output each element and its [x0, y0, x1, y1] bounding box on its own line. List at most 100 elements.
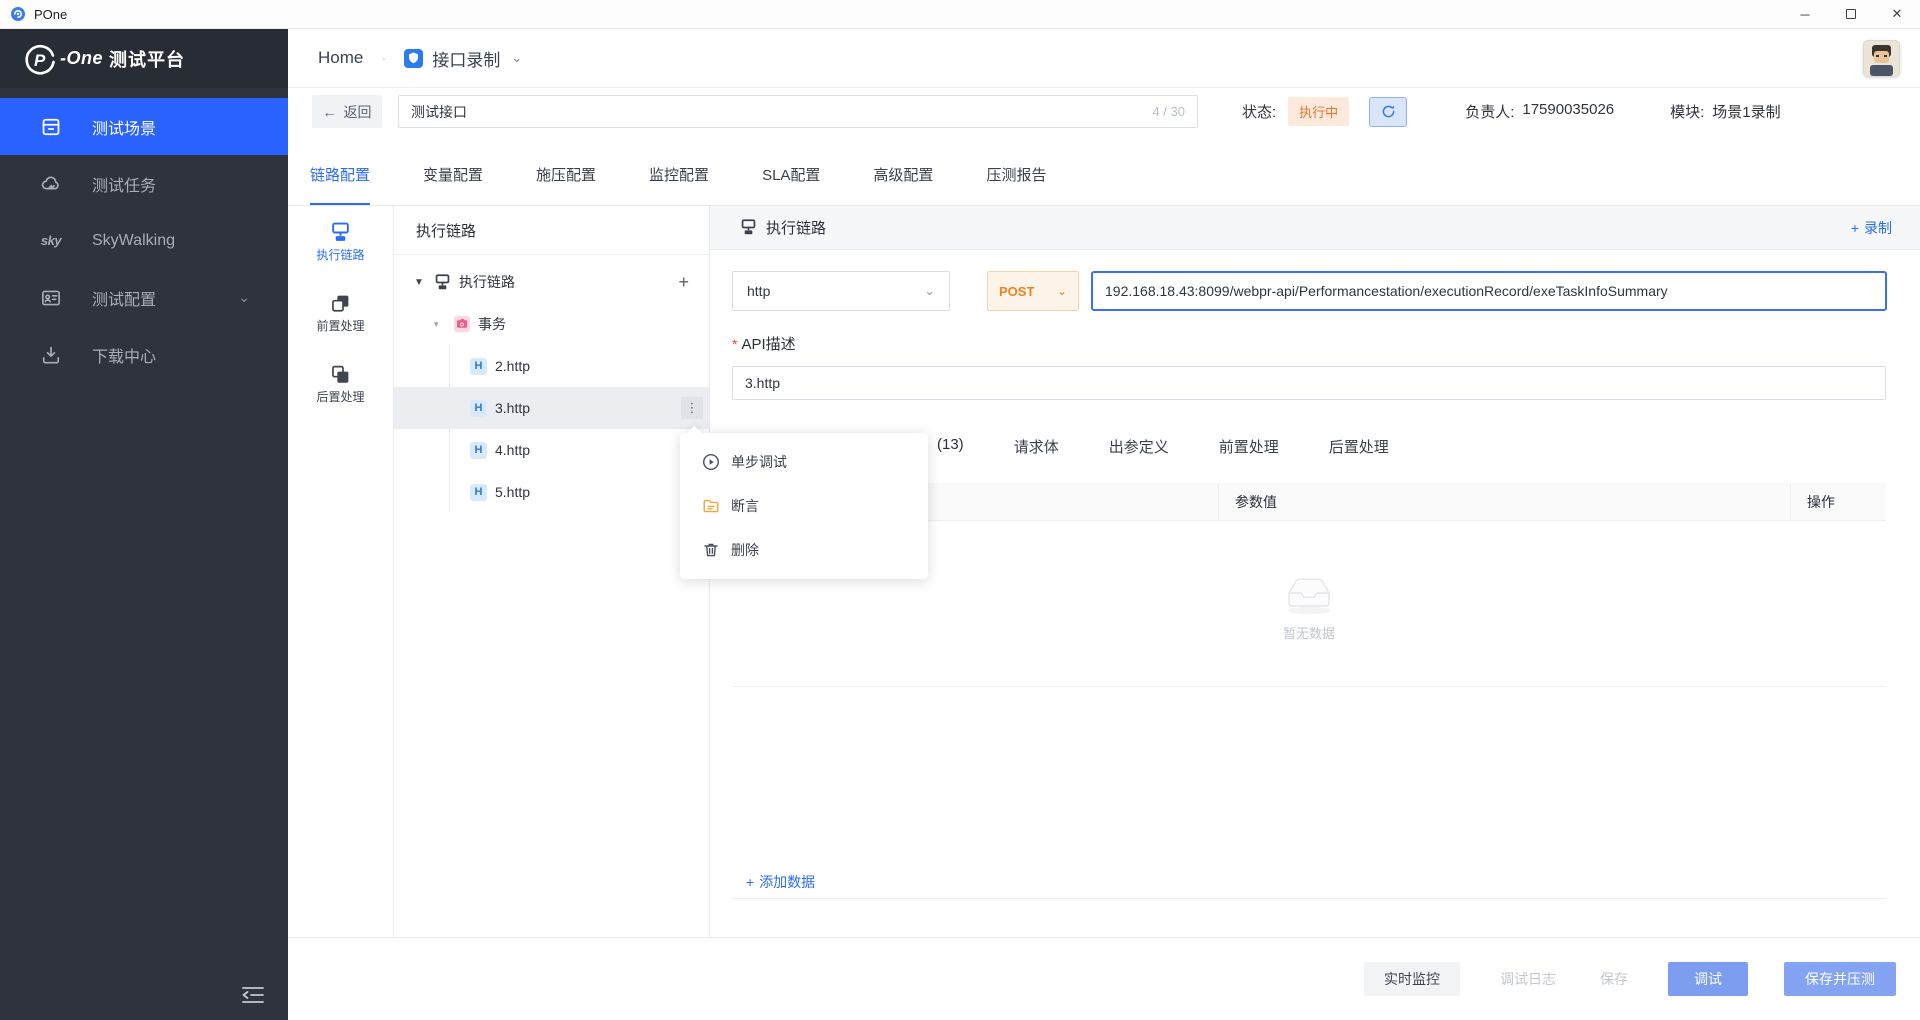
node-more-actions-button[interactable]: ⋮	[681, 397, 703, 419]
api-description-inputbox	[732, 366, 1886, 400]
tab-variable-config[interactable]: 变量配置	[423, 164, 483, 205]
sidebar-item-download-center[interactable]: 下载中心	[0, 326, 288, 383]
play-circle-icon	[702, 453, 720, 471]
protocol-value: http	[747, 283, 770, 299]
plus-icon: +	[746, 874, 754, 890]
protocol-select[interactable]: http ⌄	[732, 271, 950, 311]
status-label: 状态:	[1242, 101, 1276, 122]
menu-item-single-step-debug[interactable]: 单步调试	[680, 440, 928, 484]
mini-item-post-processing[interactable]: 后置处理	[316, 364, 364, 405]
sidebar-item-skywalking[interactable]: sky SkyWalking	[0, 212, 288, 269]
tree: ▼ 执行链路 + ▾ 事务 H	[394, 255, 709, 513]
tab-request-params[interactable]: (13)	[937, 436, 964, 457]
transaction-icon	[453, 315, 471, 333]
collapse-sidebar-icon[interactable]	[240, 984, 266, 1006]
cloud-sync-icon	[40, 173, 62, 195]
column-header-action: 操作	[1790, 483, 1886, 520]
tree-node-label: 执行链路	[459, 272, 515, 292]
back-button[interactable]: ← 返回	[312, 95, 382, 128]
module-field: 模块: 场景1录制	[1670, 101, 1781, 122]
tab-post-processing[interactable]: 后置处理	[1329, 436, 1389, 457]
tab-monitor-config[interactable]: 监控配置	[649, 164, 709, 205]
mini-item-pre-processing[interactable]: 前置处理	[316, 293, 364, 334]
avatar[interactable]	[1863, 40, 1900, 77]
maximize-icon	[1846, 9, 1856, 19]
caret-down-icon[interactable]: ▾	[434, 319, 446, 330]
sidebar-item-label: 测试场景	[92, 115, 156, 139]
tree-node-http-5[interactable]: H 5.http	[394, 471, 709, 513]
tab-sla-config[interactable]: SLA配置	[762, 164, 820, 205]
sidebar-item-test-config[interactable]: 测试配置 ⌄	[0, 269, 288, 326]
mini-item-execution-link[interactable]: 执行链路	[316, 222, 364, 263]
tab-pressure-config[interactable]: 施压配置	[536, 164, 596, 205]
sidebar-logo: P -One 测试平台	[0, 29, 288, 88]
tree-node-http-3-selected[interactable]: H 3.http ⋮	[394, 387, 709, 429]
tab-link-config[interactable]: 链路配置	[310, 164, 370, 205]
breadcrumb-current-page[interactable]: 接口录制 ⌄	[404, 46, 522, 71]
http-badge-icon: H	[470, 442, 487, 459]
scene-box-icon	[40, 116, 62, 138]
module-label: 模块:	[1670, 101, 1704, 122]
caret-down-icon[interactable]: ▼	[414, 277, 426, 288]
window-titlebar: POne ─ ✕	[0, 0, 1920, 29]
save-and-test-button[interactable]: 保存并压测	[1784, 962, 1896, 996]
tab-test-report[interactable]: 压测报告	[986, 164, 1046, 205]
menu-item-assertion[interactable]: 断言	[680, 484, 928, 528]
debug-button[interactable]: 调试	[1668, 962, 1748, 996]
menu-item-delete[interactable]: 删除	[680, 528, 928, 572]
method-select[interactable]: POST ⌄	[987, 271, 1079, 311]
add-node-button[interactable]: +	[678, 273, 689, 291]
api-description-input[interactable]	[745, 375, 1873, 391]
chevron-down-icon: ⌄	[1057, 284, 1067, 298]
tab-pre-processing[interactable]: 前置处理	[1219, 436, 1279, 457]
trash-icon	[702, 541, 720, 559]
scene-toolbar: ← 返回 4 / 30 状态: 执行中 负责人: 17590035026 模块:…	[288, 88, 1920, 135]
http-badge-icon: H	[470, 358, 487, 375]
app-title: POne	[34, 7, 67, 22]
owner-field: 负责人: 17590035026	[1465, 101, 1614, 122]
app-logo-icon	[10, 6, 26, 22]
tree-node-http-2[interactable]: H 2.http	[394, 345, 709, 387]
chevron-down-icon[interactable]: ⌄	[238, 289, 250, 306]
tree-node-http-4[interactable]: H 4.http	[394, 429, 709, 471]
record-button[interactable]: + 录制	[1851, 218, 1892, 238]
sidebar-item-test-task[interactable]: 测试任务	[0, 155, 288, 212]
add-data-button[interactable]: + 添加数据	[732, 865, 1886, 899]
tree-node-label: 2.http	[495, 358, 530, 374]
execution-link-icon	[434, 274, 451, 291]
sidebar-item-test-scene[interactable]: 测试场景	[0, 98, 288, 155]
request-line: http ⌄ POST ⌄	[732, 271, 1920, 311]
tab-output-params[interactable]: 出参定义	[1109, 436, 1169, 457]
tree-node-label: 4.http	[495, 442, 530, 458]
close-button[interactable]: ✕	[1874, 0, 1920, 28]
tab-request-body[interactable]: 请求体	[1014, 436, 1059, 457]
method-value: POST	[999, 284, 1034, 299]
maximize-button[interactable]	[1828, 0, 1874, 28]
svg-text:P: P	[34, 51, 46, 70]
breadcrumb-page-label: 接口录制	[432, 46, 500, 71]
realtime-monitor-button[interactable]: 实时监控	[1364, 962, 1460, 996]
tree-node-transaction[interactable]: ▾ 事务	[394, 303, 709, 345]
http-badge-icon: H	[470, 484, 487, 501]
tab-advanced-config[interactable]: 高级配置	[873, 164, 933, 205]
execution-link-tree-panel: 执行链路 ▼ 执行链路 + ▾	[394, 206, 710, 937]
debug-log-button[interactable]: 调试日志	[1496, 962, 1560, 996]
tree-node-label: 5.http	[495, 484, 530, 500]
minimize-button[interactable]: ─	[1782, 0, 1828, 28]
sidebar-item-label: 下载中心	[92, 343, 156, 367]
top-navigation-bar: Home · 接口录制 ⌄	[288, 29, 1920, 88]
breadcrumb-separator: ·	[381, 50, 386, 67]
plus-icon: +	[1851, 220, 1859, 236]
breadcrumb-home[interactable]: Home	[318, 48, 363, 68]
status-badge: 执行中	[1288, 97, 1349, 126]
scene-name-input[interactable]	[411, 104, 1142, 120]
refresh-status-button[interactable]	[1369, 97, 1407, 127]
tree-node-root[interactable]: ▼ 执行链路 +	[394, 261, 709, 303]
node-context-menu: 单步调试 断言 删除	[680, 433, 928, 579]
table-blank-area	[732, 687, 1886, 865]
sidebar: P -One 测试平台 测试场景 测试任务 sky Sky	[0, 29, 288, 1020]
column-header-value: 参数值	[1218, 483, 1790, 520]
sidebar-item-label: 测试任务	[92, 172, 156, 196]
save-button[interactable]: 保存	[1596, 962, 1632, 996]
url-input[interactable]	[1105, 283, 1873, 299]
